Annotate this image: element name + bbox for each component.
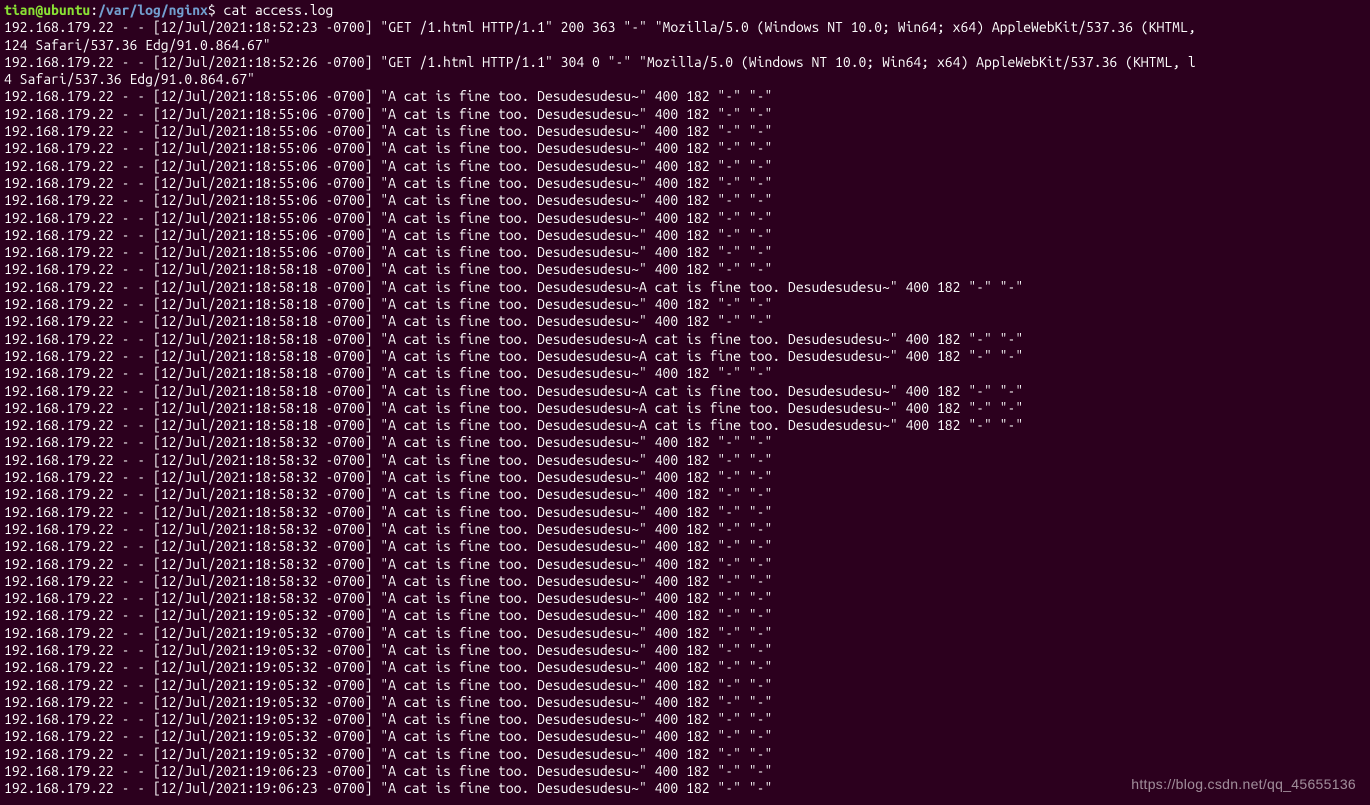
prompt-dollar: $ xyxy=(208,2,216,18)
terminal-output[interactable]: tian@ubuntu:/var/log/nginx$ cat access.l… xyxy=(0,0,1370,800)
watermark-text: https://blog.csdn.net/qq_45655136 xyxy=(1131,776,1356,793)
prompt-colon: : xyxy=(90,2,98,18)
prompt-host: ubuntu xyxy=(43,2,90,18)
log-output: 192.168.179.22 - - [12/Jul/2021:18:52:23… xyxy=(4,19,1366,797)
command-text: cat access.log xyxy=(216,2,334,18)
prompt-path: /var/log/nginx xyxy=(98,2,208,18)
prompt-line: tian@ubuntu:/var/log/nginx$ cat access.l… xyxy=(4,2,333,18)
prompt-user: tian xyxy=(4,2,35,18)
